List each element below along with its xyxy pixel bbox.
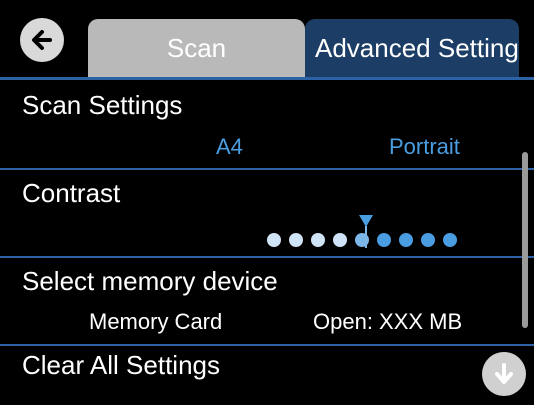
back-button[interactable] <box>20 18 64 62</box>
memory-device-title: Select memory device <box>22 266 278 296</box>
contrast-dot <box>333 233 347 247</box>
back-arrow-icon <box>32 30 52 50</box>
contrast-dot <box>267 233 281 247</box>
tab-advanced-settings-label: Advanced Settings <box>315 32 519 63</box>
memory-device-value: Memory Card <box>89 309 223 334</box>
contrast-title: Contrast <box>22 178 121 208</box>
tab-header: Scan Advanced Settings <box>0 0 534 80</box>
contrast-dot <box>289 233 303 247</box>
scan-size-value: A4 <box>216 134 243 159</box>
scan-orientation-value: Portrait <box>389 134 460 159</box>
scroll-down-button[interactable] <box>482 352 526 396</box>
contrast-dot <box>311 233 325 247</box>
clear-all-settings-title: Clear All Settings <box>22 350 220 380</box>
contrast-level-indicator <box>267 230 457 250</box>
clear-all-settings-row[interactable]: Clear All Settings <box>0 346 534 405</box>
scan-settings-row[interactable]: Scan Settings A4 Portrait <box>0 80 534 168</box>
down-arrow-icon <box>495 363 513 384</box>
scan-settings-title: Scan Settings <box>22 90 183 120</box>
contrast-dot <box>399 233 413 247</box>
tab-scan[interactable]: Scan <box>88 19 305 77</box>
tab-scan-label: Scan <box>166 32 227 63</box>
tab-advanced-settings[interactable]: Advanced Settings <box>305 19 519 77</box>
contrast-dot <box>443 233 457 247</box>
scrollbar[interactable] <box>522 152 528 328</box>
memory-status-value: Open: XXX MB <box>313 309 463 334</box>
contrast-dot <box>377 233 391 247</box>
advanced-settings-screen: Scan Advanced Settings Scan Settings A4 … <box>0 0 534 405</box>
memory-device-row[interactable]: Select memory device Memory Card Open: X… <box>0 258 534 344</box>
contrast-dot-selected <box>355 233 369 247</box>
contrast-dot <box>421 233 435 247</box>
